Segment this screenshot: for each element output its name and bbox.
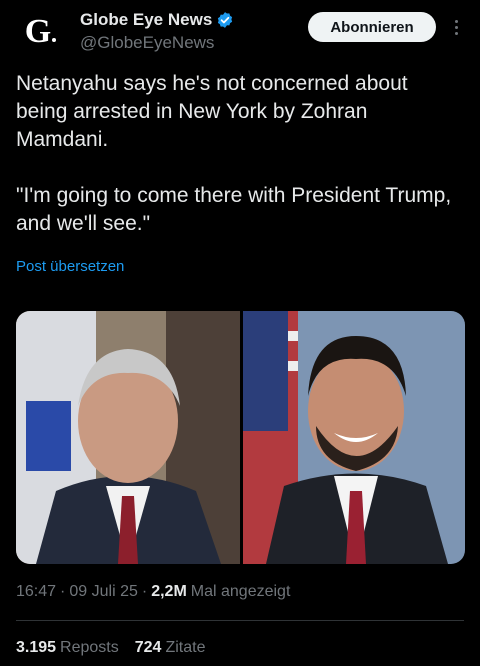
subscribe-button[interactable]: Abonnieren <box>308 12 436 42</box>
translate-post-link[interactable]: Post übersetzen <box>16 258 124 275</box>
post-time[interactable]: 16:47 <box>16 583 56 601</box>
account-handle[interactable]: @GlobeEyeNews <box>80 33 234 53</box>
avatar-logo-dot <box>52 38 56 42</box>
more-dot <box>454 31 458 35</box>
left-photo-flag-stripe <box>26 401 71 471</box>
tweet-media-image[interactable] <box>16 311 465 564</box>
more-options-icon[interactable] <box>448 14 464 40</box>
more-dot <box>454 19 458 23</box>
reposts-label: Reposts <box>60 639 119 656</box>
quotes-stat[interactable]: 724 Zitate <box>135 639 206 657</box>
avatar[interactable]: G <box>16 10 60 54</box>
right-photo-flag-canton <box>243 311 288 431</box>
account-names: Globe Eye News @GlobeEyeNews <box>80 9 234 53</box>
tweet-header: G Globe Eye News @GlobeEyeNews Abonniere… <box>0 0 480 64</box>
meta-separator: · <box>60 583 66 600</box>
divider <box>16 620 464 621</box>
reposts-stat[interactable]: 3.195 Reposts <box>16 639 119 657</box>
right-person-face <box>308 351 404 471</box>
quotes-label: Zitate <box>165 639 206 656</box>
views-count: 2,2M <box>151 583 187 600</box>
quotes-count: 724 <box>134 639 162 656</box>
tweet-stats: 3.195 Reposts 724 Zitate <box>16 639 205 657</box>
views-label: Mal angezeigt <box>190 583 291 600</box>
reposts-count: 3.195 <box>16 639 57 656</box>
avatar-logo: G <box>24 13 52 50</box>
tweet-meta: 16:47 · 09 Juli 25 · 2,2M Mal angezeigt <box>16 583 290 601</box>
verified-badge-icon <box>218 12 233 28</box>
display-name[interactable]: Globe Eye News <box>80 10 212 30</box>
more-dot <box>454 25 458 29</box>
meta-separator: · <box>141 583 148 600</box>
tweet-text: Netanyahu says he's not concerned about … <box>16 72 452 235</box>
photo-collage <box>16 311 465 564</box>
display-name-row[interactable]: Globe Eye News <box>80 9 234 31</box>
photo-divider <box>240 311 243 564</box>
post-date[interactable]: 09 Juli 25 <box>69 583 138 601</box>
